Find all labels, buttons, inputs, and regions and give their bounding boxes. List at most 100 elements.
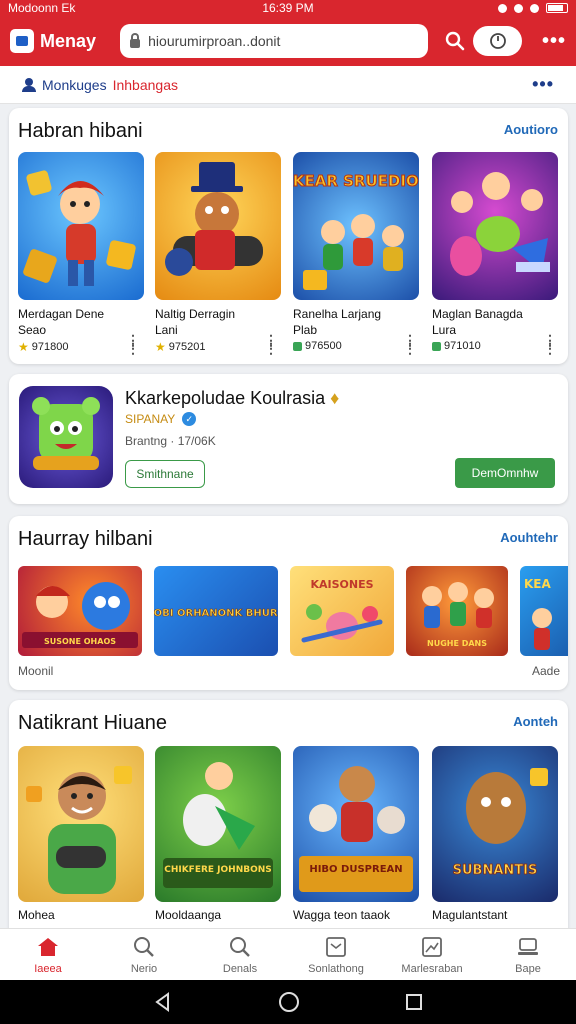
- app-logo[interactable]: Menay: [10, 29, 112, 53]
- laptop-icon: [515, 935, 541, 959]
- game-tile[interactable]: [18, 746, 144, 902]
- status-bar: Modoonn Ek 16:39 PM: [0, 0, 576, 16]
- nav-item-search[interactable]: Nerio: [96, 929, 192, 980]
- game-art: [165, 162, 263, 276]
- store-badge-icon: [432, 341, 441, 351]
- developer-name: SIPANAY: [125, 412, 176, 426]
- carrier-label: Modoonn Ek: [8, 1, 76, 15]
- search-icon: [131, 935, 157, 959]
- back-icon[interactable]: [153, 992, 173, 1012]
- battery-icon: [546, 3, 568, 13]
- more-options-icon[interactable]: ⋮ ⋮: [543, 333, 557, 355]
- star-icon: ★: [18, 340, 29, 354]
- sub-more-icon[interactable]: •••: [532, 74, 554, 95]
- game-name: Mooldaanga: [155, 908, 222, 922]
- see-all-link[interactable]: Aonteh: [513, 714, 558, 729]
- monster-art: [32, 397, 100, 470]
- signal-icon: [530, 3, 539, 13]
- banner-art: LENOBI ORHANONK BHURDES: [154, 608, 278, 620]
- nav-item-profile[interactable]: Bape: [480, 929, 576, 980]
- sub-link-primary[interactable]: Monkuges: [42, 77, 107, 93]
- featured-app-stats: Brantng · 17/06K: [125, 434, 216, 448]
- section-footer-right: Aade: [531, 664, 560, 678]
- featured-app-card: Kkarkepoludae Koulrasia ♦ SIPANAY ✓ Brant…: [9, 374, 568, 504]
- nav-item-library[interactable]: Sonlathong: [288, 929, 384, 980]
- more-options-icon[interactable]: ⋮ ⋮: [264, 333, 278, 355]
- sub-link-secondary[interactable]: Inhbangas: [113, 77, 178, 93]
- game-tile[interactable]: [18, 152, 144, 300]
- banner-tile[interactable]: LENOBI ORHANONK BHURDES: [154, 566, 278, 656]
- more-options-icon[interactable]: ⋮ ⋮: [403, 333, 417, 355]
- svg-text:EAKEAR SRUEDIORS: EAKEAR SRUEDIORS: [293, 172, 419, 190]
- svg-text:KAISONES: KAISONES: [310, 578, 373, 591]
- star-icon: ★: [155, 340, 166, 354]
- logo-icon: [10, 29, 34, 53]
- logo-text: Menay: [40, 30, 97, 51]
- secondary-action-button[interactable]: Smithnane: [125, 460, 205, 488]
- svg-text:NUGHE DANS: NUGHE DANS: [427, 639, 487, 648]
- nav-item-details[interactable]: Denals: [192, 929, 288, 980]
- svg-text:CHIKFERE JOHNBONS: CHIKFERE JOHNBONS: [164, 865, 272, 875]
- banner-tile[interactable]: KEA: [520, 566, 568, 656]
- home-icon: [35, 935, 61, 959]
- nav-item-market[interactable]: Marlesraban: [384, 929, 480, 980]
- game-art: SUBNANTIS: [452, 768, 548, 878]
- sub-navigation-bar: Monkuges Inhbangas •••: [0, 66, 576, 104]
- game-name: Naltig Derragin: [155, 307, 236, 321]
- more-options-icon[interactable]: ⋮ ⋮: [126, 333, 140, 355]
- system-navigation-bar: [0, 980, 576, 1024]
- game-rating: 971010: [432, 340, 481, 352]
- see-all-link[interactable]: Aouhtehr: [500, 530, 558, 545]
- game-name: Ranelha Larjang: [293, 307, 382, 321]
- banner-art: NUGHE DANS: [422, 582, 494, 648]
- url-bar[interactable]: hiourumirproan..donit: [120, 24, 429, 58]
- search-icon: [227, 935, 253, 959]
- banner-tile[interactable]: KAISONES: [290, 566, 394, 656]
- game-subtitle: Lani: [155, 323, 178, 337]
- featured-app-icon[interactable]: [19, 386, 113, 488]
- game-rating: ★ 971800: [18, 340, 69, 354]
- game-tile[interactable]: HIBO DUSPREAN: [293, 746, 419, 902]
- svg-text:HIBO DUSPREAN: HIBO DUSPREAN: [309, 864, 402, 875]
- search-button[interactable]: [442, 28, 467, 54]
- section-recommended: Natikrant Hiuane Aonteh Mohea CHIKFERE J…: [9, 700, 568, 940]
- game-rating: ★ 975201: [155, 340, 206, 354]
- alarm-icon: [498, 3, 507, 13]
- game-art: [26, 766, 132, 894]
- nav-item-home[interactable]: Iaeea: [0, 929, 96, 980]
- game-tile[interactable]: SUBNANTIS: [432, 746, 558, 902]
- game-tile[interactable]: [155, 152, 281, 300]
- game-tile[interactable]: CHIKFERE JOHNBONS: [155, 746, 281, 902]
- banner-tile[interactable]: NUGHE DANS: [406, 566, 508, 656]
- more-menu-icon[interactable]: •••: [542, 30, 566, 53]
- game-name: Magulantstant: [432, 908, 508, 922]
- svg-text:KEA: KEA: [524, 577, 551, 591]
- install-button[interactable]: DemOmnhw: [455, 458, 555, 488]
- svg-text:SUSONE OHAOS: SUSONE OHAOS: [44, 637, 116, 646]
- game-tile[interactable]: [432, 152, 558, 300]
- game-tile[interactable]: EAKEAR SRUEDIORS: [293, 152, 419, 300]
- game-art: [450, 172, 550, 276]
- nav-label: Bape: [515, 962, 541, 975]
- section-title: Habran hibani: [18, 120, 143, 142]
- game-name: Maglan Banagda: [432, 307, 523, 321]
- banner-tile[interactable]: SUSONE OHAOS: [18, 566, 142, 656]
- see-all-link[interactable]: Aoutioro: [504, 122, 558, 137]
- game-art: EAKEAR SRUEDIORS: [293, 172, 419, 290]
- home-circle-icon[interactable]: [278, 991, 300, 1013]
- game-name: Wagga teon taaok: [293, 908, 390, 922]
- url-text: hiourumirproan..donit: [148, 33, 281, 49]
- picture-icon: [419, 935, 445, 959]
- nav-label: Denals: [222, 962, 258, 975]
- lock-icon: [130, 32, 141, 48]
- refresh-button[interactable]: [473, 26, 522, 56]
- game-name: Merdagan Dene: [18, 307, 105, 321]
- banner-art: SUSONE OHAOS: [22, 582, 138, 648]
- developer-row: SIPANAY ✓: [125, 412, 197, 426]
- section-banners: Haurray hilbani Aouhtehr SUSONE OHAOS LE…: [9, 516, 568, 690]
- recents-icon[interactable]: [405, 993, 423, 1011]
- banner-art: KAISONES: [301, 578, 383, 643]
- game-art: [23, 170, 136, 286]
- game-art: CHIKFERE JOHNBONS: [163, 762, 273, 888]
- user-icon: [22, 77, 36, 92]
